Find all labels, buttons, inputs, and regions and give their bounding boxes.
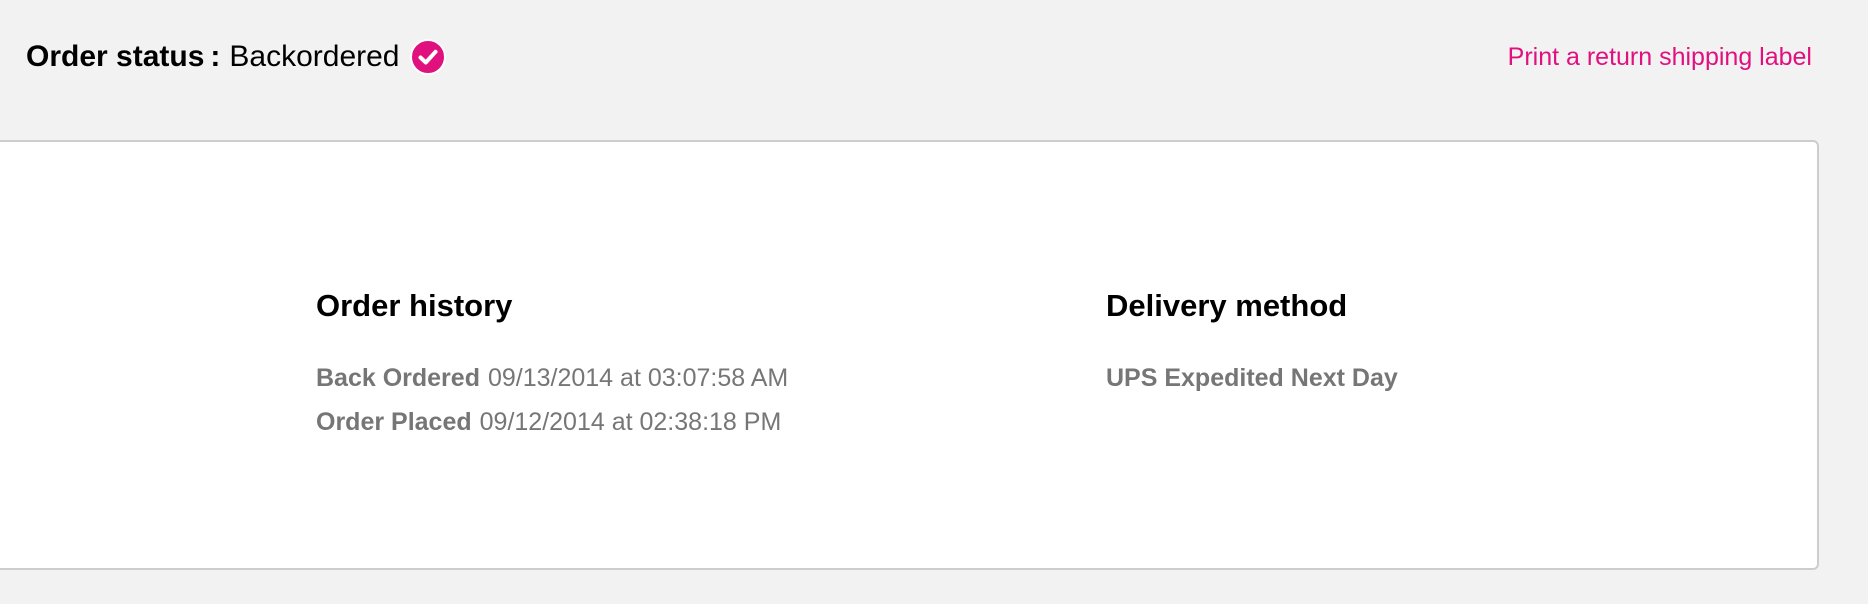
history-event: Back Ordered: [316, 364, 480, 392]
history-event: Order Placed: [316, 408, 472, 436]
history-row: Back Ordered 09/13/2014 at 03:07:58 AM: [316, 356, 788, 400]
history-datetime: 09/12/2014 at 02:38:18 PM: [479, 408, 782, 436]
order-status: Order status : Backordered: [26, 36, 446, 78]
history-datetime: 09/13/2014 at 03:07:58 AM: [487, 364, 789, 392]
delivery-method-value: UPS Expedited Next Day: [1106, 364, 1398, 392]
order-history-title: Order history: [316, 288, 513, 323]
order-history-section: Order history Back Ordered 09/13/2014 at …: [316, 286, 788, 444]
history-row: Order Placed 09/12/2014 at 02:38:18 PM: [316, 400, 788, 444]
check-circle-icon: [409, 39, 446, 75]
print-return-label-link[interactable]: Print a return shipping label: [1508, 40, 1812, 74]
order-status-separator: :: [210, 40, 221, 73]
order-status-value: Backordered: [229, 40, 400, 73]
order-status-label: Order status: [26, 40, 205, 73]
delivery-method-title: Delivery method: [1106, 288, 1348, 323]
delivery-method-section: Delivery method UPS Expedited Next Day: [1106, 286, 1398, 400]
order-details-panel: Order history Back Ordered 09/13/2014 at …: [0, 140, 1819, 570]
